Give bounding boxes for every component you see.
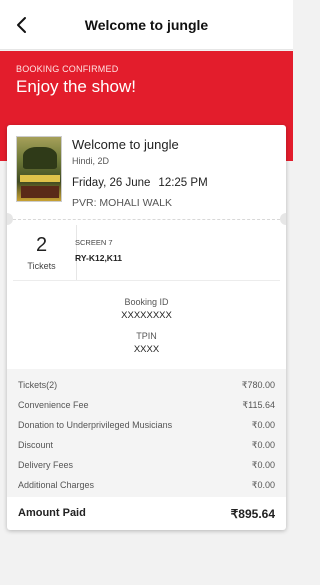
section-divider: [13, 280, 280, 281]
show-date: Friday, 26 June: [72, 177, 151, 189]
tickets-count-box: 2 Tickets: [7, 225, 77, 280]
charge-row: Tickets(2) ₹780.00: [18, 380, 275, 391]
charge-value: ₹0.00: [251, 440, 275, 450]
charge-label: Tickets(2): [18, 380, 58, 390]
booking-id-value: XXXXXXXX: [121, 310, 172, 321]
charge-value: ₹0.00: [251, 460, 275, 470]
tpin-value: XXXX: [133, 344, 160, 355]
charge-row: Discount ₹0.00: [18, 440, 275, 451]
charge-value: ₹0.00: [251, 420, 275, 430]
amount-paid-row: Amount Paid ₹895.64: [18, 507, 275, 521]
charge-label: Additional Charges: [18, 480, 95, 490]
banner-title: Enjoy the show!: [16, 77, 137, 96]
movie-title: Welcome to jungle: [72, 137, 179, 152]
charge-row: Delivery Fees ₹0.00: [18, 460, 275, 471]
tickets-label: Tickets: [27, 261, 56, 271]
ticket-divider: [13, 219, 280, 220]
charge-value: ₹780.00: [241, 380, 275, 390]
charge-row: Additional Charges ₹0.00: [18, 480, 275, 491]
show-time: 12:25 PM: [158, 177, 208, 189]
ticket-notch-right: [280, 213, 286, 225]
tpin-label: TPIN: [136, 331, 157, 341]
top-app-bar: Welcome to jungle: [0, 0, 293, 50]
charges-section: Tickets(2) ₹780.00 Convenience Fee ₹115.…: [7, 369, 286, 497]
booking-id-label: Booking ID: [124, 297, 169, 307]
venue-name: PVR: MOHALI WALK: [72, 197, 172, 209]
charge-label: Donation to Underprivileged Musicians: [18, 420, 173, 430]
charge-label: Discount: [18, 440, 54, 450]
movie-poster: [16, 136, 62, 202]
seat-numbers: RY-K12,K11: [75, 253, 122, 263]
charge-row: Convenience Fee ₹115.64: [18, 400, 275, 411]
amount-paid-label: Amount Paid: [18, 507, 86, 519]
screen-label: SCREEN 7: [75, 238, 113, 247]
tickets-count: 2: [35, 234, 48, 256]
page-title: Welcome to jungle: [84, 17, 209, 33]
amount-paid-value: ₹895.64: [230, 507, 275, 521]
show-datetime: Friday, 26 June 12:25 PM: [72, 177, 208, 189]
charge-value: ₹115.64: [242, 400, 275, 410]
ticket-card: Welcome to jungle Hindi, 2D Friday, 26 J…: [7, 125, 286, 530]
charge-row: Donation to Underprivileged Musicians ₹0…: [18, 420, 275, 431]
charge-value: ₹0.00: [251, 480, 275, 490]
charge-label: Delivery Fees: [18, 460, 74, 470]
movie-meta: Hindi, 2D: [72, 156, 110, 166]
charge-label: Convenience Fee: [18, 400, 89, 410]
booking-status: BOOKING CONFIRMED: [16, 64, 119, 74]
